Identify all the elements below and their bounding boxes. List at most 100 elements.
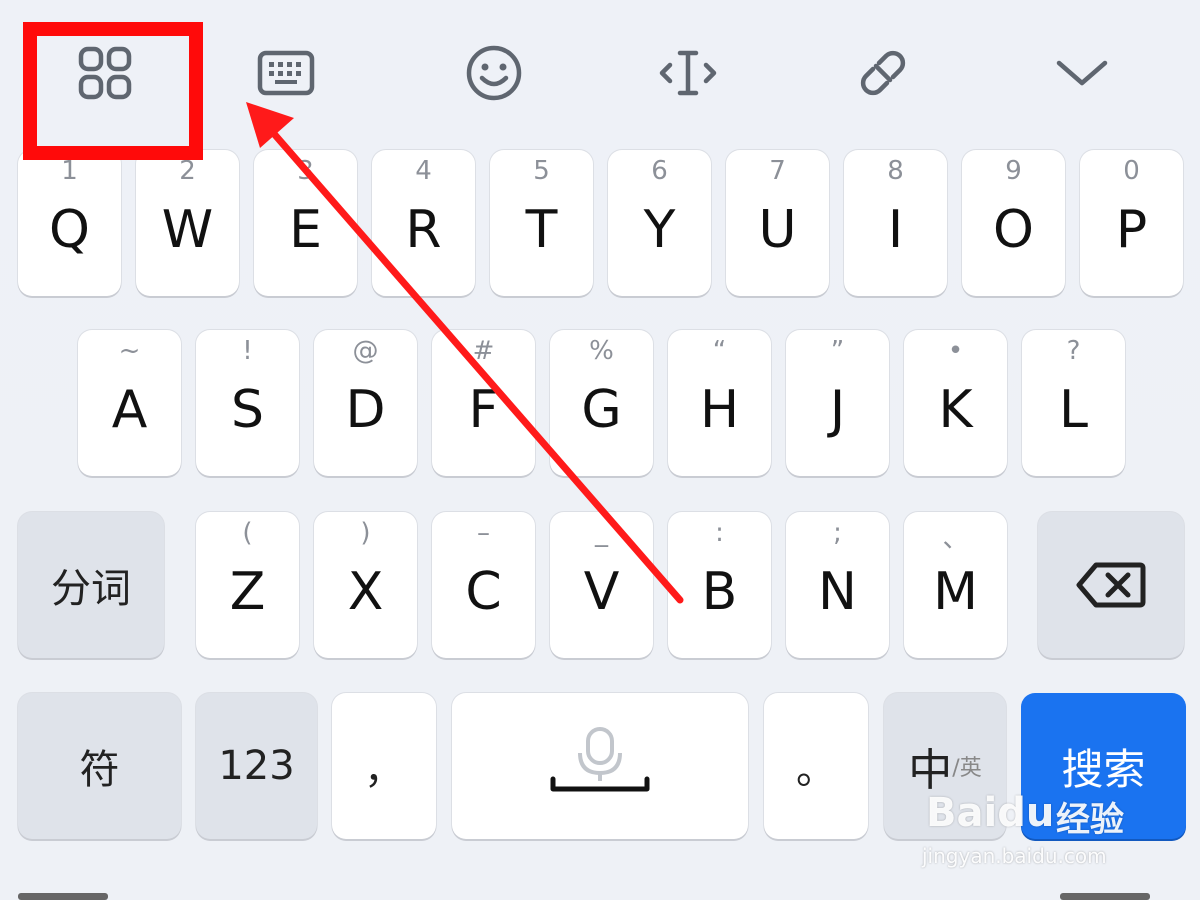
watermark-jingyan: 经验	[1056, 800, 1124, 840]
key-sub-char: •	[947, 336, 964, 366]
key-letter: J	[829, 380, 846, 440]
key-sub-char: 6	[651, 156, 668, 186]
key-sub-char: _	[595, 518, 608, 548]
key-s[interactable]: ! S	[196, 330, 299, 476]
segment-key-label: 分词	[51, 566, 131, 612]
key-letter: H	[699, 380, 740, 440]
key-i[interactable]: 8 I	[844, 150, 947, 296]
nav-hint-left	[18, 893, 108, 900]
symbol-key[interactable]: 符	[18, 693, 181, 839]
link-button[interactable]	[838, 30, 928, 116]
key-c[interactable]: – C	[432, 512, 535, 658]
key-a[interactable]: ~ A	[78, 330, 181, 476]
numbers-key[interactable]: 123	[196, 693, 317, 839]
key-letter: O	[993, 200, 1034, 260]
key-sub-char: ?	[1066, 336, 1081, 366]
collapse-keyboard-button[interactable]	[1037, 30, 1127, 116]
key-sub-char: 1	[61, 156, 78, 186]
key-letter: P	[1115, 200, 1148, 260]
backspace-icon	[1076, 562, 1146, 608]
key-j[interactable]: ” J	[786, 330, 889, 476]
key-sub-char: %	[589, 336, 614, 366]
key-sub-char: #	[472, 336, 495, 366]
key-letter: Y	[643, 200, 676, 260]
key-letter: N	[818, 562, 857, 622]
key-r[interactable]: 4 R	[372, 150, 475, 296]
backspace-key[interactable]	[1038, 512, 1184, 658]
key-z[interactable]: ( Z	[196, 512, 299, 658]
key-m[interactable]: 、 M	[904, 512, 1007, 658]
key-x[interactable]: ) X	[314, 512, 417, 658]
key-n[interactable]: ; N	[786, 512, 889, 658]
key-sub-char: 7	[769, 156, 786, 186]
key-letter: D	[345, 380, 386, 440]
cursor-move-icon	[659, 50, 717, 96]
key-e[interactable]: 3 E	[254, 150, 357, 296]
highlight-box	[23, 22, 203, 160]
segment-key[interactable]: 分词	[18, 512, 164, 658]
key-l[interactable]: ? L	[1022, 330, 1125, 476]
key-letter: C	[465, 562, 502, 622]
key-letter: K	[938, 380, 973, 440]
key-letter: X	[347, 562, 384, 622]
key-letter: A	[111, 380, 148, 440]
key-q[interactable]: 1 Q	[18, 150, 121, 296]
comma-key[interactable]: ，	[332, 693, 436, 839]
key-sub-char: ~	[118, 336, 141, 366]
key-sub-char: 5	[533, 156, 550, 186]
key-o[interactable]: 9 O	[962, 150, 1065, 296]
emoji-button[interactable]	[449, 30, 539, 116]
key-sub-char: 3	[297, 156, 314, 186]
key-y[interactable]: 6 Y	[608, 150, 711, 296]
key-letter: Z	[229, 562, 266, 622]
key-sub-char: @	[352, 336, 379, 366]
collapse-chevron-icon	[1056, 60, 1108, 86]
key-letter: R	[405, 200, 442, 260]
link-icon	[860, 50, 906, 96]
period-key[interactable]: 。	[764, 693, 868, 839]
key-u[interactable]: 7 U	[726, 150, 829, 296]
key-letter: G	[581, 380, 622, 440]
key-sub-char: )	[360, 518, 371, 548]
key-letter: Q	[49, 200, 90, 260]
cursor-move-button[interactable]	[643, 30, 733, 116]
key-letter: W	[161, 200, 214, 260]
key-sub-char: (	[242, 518, 253, 548]
key-v[interactable]: _ V	[550, 512, 653, 658]
key-letter: M	[933, 562, 978, 622]
key-g[interactable]: % G	[550, 330, 653, 476]
key-d[interactable]: @ D	[314, 330, 417, 476]
emoji-icon	[466, 45, 522, 101]
key-sub-char: ”	[830, 336, 845, 366]
key-p[interactable]: 0 P	[1080, 150, 1183, 296]
numbers-key-label: 123	[218, 743, 295, 789]
baidu-watermark: Baidu 经验 jingyan.baidu.com	[918, 770, 1158, 880]
key-sub-char: 0	[1123, 156, 1140, 186]
key-sub-char: “	[712, 336, 727, 366]
key-letter: T	[525, 200, 558, 260]
key-sub-char: !	[242, 336, 253, 366]
nav-hint-right	[1060, 893, 1150, 900]
key-w[interactable]: 2 W	[136, 150, 239, 296]
key-sub-char: 9	[1005, 156, 1022, 186]
key-letter: U	[758, 200, 797, 260]
comma-key-label: ，	[364, 747, 404, 793]
key-sub-char: 2	[179, 156, 196, 186]
keyboard-switch-button[interactable]	[241, 30, 331, 116]
key-letter: B	[701, 562, 738, 622]
key-sub-char: ;	[833, 518, 842, 548]
space-key[interactable]	[452, 693, 748, 839]
key-sub-char: :	[715, 518, 724, 548]
key-b[interactable]: : B	[668, 512, 771, 658]
key-letter: F	[468, 380, 499, 440]
key-t[interactable]: 5 T	[490, 150, 593, 296]
key-letter: I	[887, 200, 904, 260]
key-letter: V	[583, 562, 620, 622]
key-h[interactable]: “ H	[668, 330, 771, 476]
key-letter: S	[230, 380, 264, 440]
key-f[interactable]: # F	[432, 330, 535, 476]
watermark-url: jingyan.baidu.com	[922, 844, 1107, 868]
key-sub-char: 、	[942, 524, 969, 554]
keyboard-icon	[257, 50, 315, 96]
key-k[interactable]: • K	[904, 330, 1007, 476]
